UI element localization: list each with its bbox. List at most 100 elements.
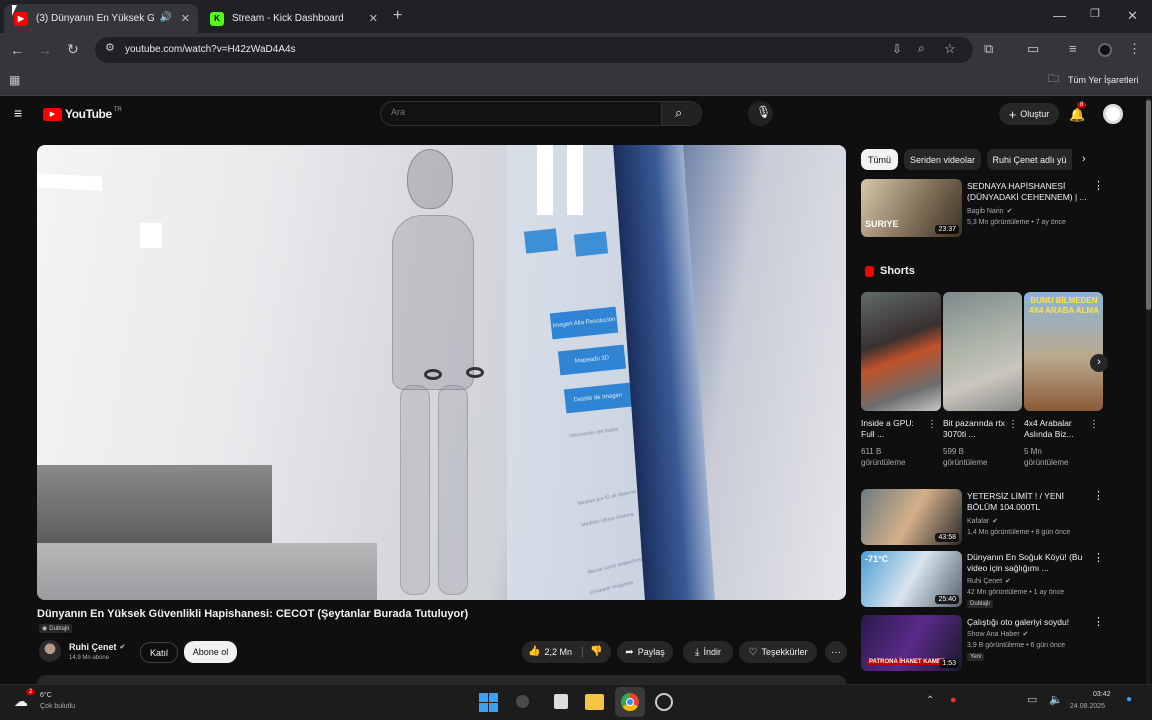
search-taskbar-icon[interactable] <box>516 695 529 708</box>
network-icon[interactable]: ▭ <box>1027 695 1037 706</box>
account-avatar[interactable] <box>1103 104 1123 124</box>
create-button[interactable]: + Oluştur <box>999 103 1059 125</box>
video-channel-text: Show Ana Haber <box>967 631 1020 638</box>
video-menu-icon[interactable]: ⋮ <box>1093 181 1104 192</box>
video-menu-icon[interactable]: ⋮ <box>1093 491 1104 502</box>
close-window-icon[interactable]: ✕ <box>1127 9 1138 22</box>
short-menu-icon[interactable]: ⋮ <box>1089 420 1099 430</box>
file-explorer-icon[interactable] <box>585 694 604 710</box>
short-title[interactable]: 4x4 Arabalar Aslında Biz... <box>1024 418 1086 440</box>
video-thumbnail[interactable]: SURIYE 23:37 <box>861 179 962 237</box>
short-thumbnail[interactable]: BUNU BİLMEDEN 4X4 ARABA ALMA <box>1024 292 1103 411</box>
clock-date[interactable]: 24.08.2025 <box>1070 703 1105 710</box>
notifications-button[interactable]: 🔔 8 <box>1069 102 1087 124</box>
clock-time[interactable]: 03:42 <box>1093 691 1111 698</box>
chip-all[interactable]: Tümü <box>861 149 898 170</box>
start-button[interactable] <box>479 693 498 712</box>
dislike-button[interactable]: 👎 <box>590 646 602 657</box>
minimize-icon[interactable]: — <box>1053 9 1066 22</box>
scrollbar-thumb[interactable] <box>1146 100 1151 310</box>
video-title[interactable]: SEDNAYA HAPİSHANESİ (DÜNYADAKİ CEHENNEM)… <box>967 181 1092 203</box>
short-title[interactable]: Bit pazarında rtx 3070ti ... <box>943 418 1007 440</box>
bookmark-star-icon[interactable]: ☆ <box>944 42 956 55</box>
chip-channel[interactable]: Ruhi Çenet adlı yü <box>987 149 1072 170</box>
video-menu-icon[interactable]: ⋮ <box>1093 553 1104 564</box>
hamburger-menu-icon[interactable]: ≡ <box>14 106 22 120</box>
chrome-taskbar-icon[interactable] <box>615 687 645 717</box>
subscribe-button[interactable]: Abone ol <box>184 641 237 663</box>
video-channel-text: Ruhi Çenet <box>967 578 1003 585</box>
short-thumbnail[interactable] <box>861 292 941 411</box>
video-meta: 42 Mn görüntüleme • 1 ay önce <box>967 589 1065 596</box>
voice-search-button[interactable]: 🎙 <box>748 101 773 126</box>
description-box[interactable] <box>37 675 846 684</box>
more-actions-button[interactable]: ··· <box>825 641 847 663</box>
screen-text: Información del Sujeto <box>568 426 619 440</box>
apps-grid-icon[interactable]: ▦ <box>9 74 20 86</box>
shorts-next-button[interactable]: › <box>1090 354 1108 372</box>
video-duration: 25:40 <box>935 595 959 604</box>
video-thumbnail[interactable]: 43:58 <box>861 489 962 545</box>
tab-youtube[interactable]: ▶ (3) Dünyanın En Yüksek Gü 🔊 ✕ <box>4 4 198 33</box>
all-bookmarks-link[interactable]: Tüm Yer İşaretleri <box>1068 75 1139 85</box>
tray-overflow-icon[interactable]: ⌃ <box>926 696 934 706</box>
volume-icon[interactable]: 🔈 <box>1049 695 1063 706</box>
video-title[interactable]: YETERSİZ LİMİT ! / YENİ BÖLÜM 104.000TL <box>967 491 1087 513</box>
download-button[interactable]: ⤓ İndir <box>683 641 733 663</box>
video-meta: 1,4 Mn görüntüleme • 8 gün önce <box>967 529 1071 536</box>
share-button[interactable]: ➦ Paylaş <box>617 641 673 663</box>
zoom-icon[interactable]: ⌕ <box>918 42 925 54</box>
search-icon: ⌕ <box>675 105 683 120</box>
thanks-button[interactable]: ♡ Teşekkürler <box>739 641 817 663</box>
video-thumbnail[interactable]: PATRONA İHANET KAMER 1:53 <box>861 615 962 671</box>
video-thumbnail[interactable]: -71°C 25:40 <box>861 551 962 607</box>
forward-icon[interactable]: → <box>38 43 52 57</box>
windows-taskbar: ☁ 2 6°C Çok bulutlu ⌃ ● ▭ 🔈 03:42 24.08.… <box>0 684 1152 720</box>
notification-center-icon[interactable]: ● <box>1126 695 1132 705</box>
browser-tab-bar: ▶ (3) Dünyanın En Yüksek Gü 🔊 ✕ K Stream… <box>0 0 1152 33</box>
side-panel-icon[interactable]: ▭ <box>1027 42 1039 55</box>
short-thumbnail[interactable] <box>943 292 1022 411</box>
new-tab-button[interactable]: + <box>393 8 402 24</box>
task-view-icon[interactable] <box>554 694 568 709</box>
browser-menu-icon[interactable]: ⋮ <box>1128 42 1141 55</box>
short-menu-icon[interactable]: ⋮ <box>1008 420 1018 430</box>
screen-text: Compartir imágenes <box>588 579 635 597</box>
search-button[interactable]: ⌕ <box>661 102 701 125</box>
reload-icon[interactable]: ↻ <box>67 42 79 56</box>
short-title[interactable]: Inside a GPU: Full ... <box>861 418 923 440</box>
video-menu-icon[interactable]: ⋮ <box>1093 617 1104 628</box>
chip-series[interactable]: Seriden videolar <box>904 149 981 170</box>
weather-widget[interactable]: ☁ 2 6°C Çok bulutlu <box>14 689 104 715</box>
short-menu-icon[interactable]: ⋮ <box>927 420 937 430</box>
video-title[interactable]: Dünyanın En Soğuk Köyü! (Bu video için s… <box>967 552 1087 574</box>
app-taskbar-icon[interactable] <box>655 693 673 711</box>
close-tab-icon[interactable]: ✕ <box>181 12 190 25</box>
tray-app-icon[interactable]: ● <box>950 695 957 706</box>
page-scrollbar[interactable] <box>1146 98 1151 684</box>
video-player[interactable]: Imagen Alta Resolución Mapeado 3D Detall… <box>37 145 846 600</box>
close-tab-icon[interactable]: ✕ <box>369 12 378 25</box>
join-button[interactable]: Katıl <box>140 642 178 663</box>
back-icon[interactable]: ← <box>10 43 24 57</box>
channel-name[interactable]: Ruhi Çenet ✔ <box>69 642 125 652</box>
install-app-icon[interactable]: ⇩ <box>892 43 902 55</box>
youtube-logo[interactable]: ▶ YouTube TR <box>43 107 122 121</box>
chips-next-icon[interactable]: › <box>1082 154 1086 165</box>
video-title[interactable]: Çalıştığı oto galeriyi soydu! <box>967 617 1087 628</box>
restore-icon[interactable]: ❐ <box>1090 9 1100 20</box>
search-input[interactable] <box>391 107 651 117</box>
video-channel: Ruhi Çenet ✔ <box>967 577 1011 587</box>
extensions-icon[interactable]: ⧉ <box>984 42 993 55</box>
address-bar[interactable]: ⚙ youtube.com/watch?v=H42zWaD4A4s ⇩ ⌕ ☆ <box>95 37 973 63</box>
weather-badge: 2 <box>26 689 36 695</box>
like-button[interactable]: 👍 2,2 Mn <box>528 646 572 657</box>
handcuffs-icon <box>424 367 494 383</box>
profile-avatar[interactable] <box>1098 43 1112 57</box>
channel-avatar[interactable] <box>39 640 61 662</box>
short-views: 611 B görüntüleme <box>861 447 906 467</box>
media-control-icon[interactable]: ≡ <box>1069 42 1077 55</box>
speaker-icon[interactable]: 🔊 <box>160 12 172 23</box>
tab-kick[interactable]: K Stream - Kick Dashboard ✕ <box>200 4 386 33</box>
site-settings-icon[interactable]: ⚙ <box>105 43 115 54</box>
